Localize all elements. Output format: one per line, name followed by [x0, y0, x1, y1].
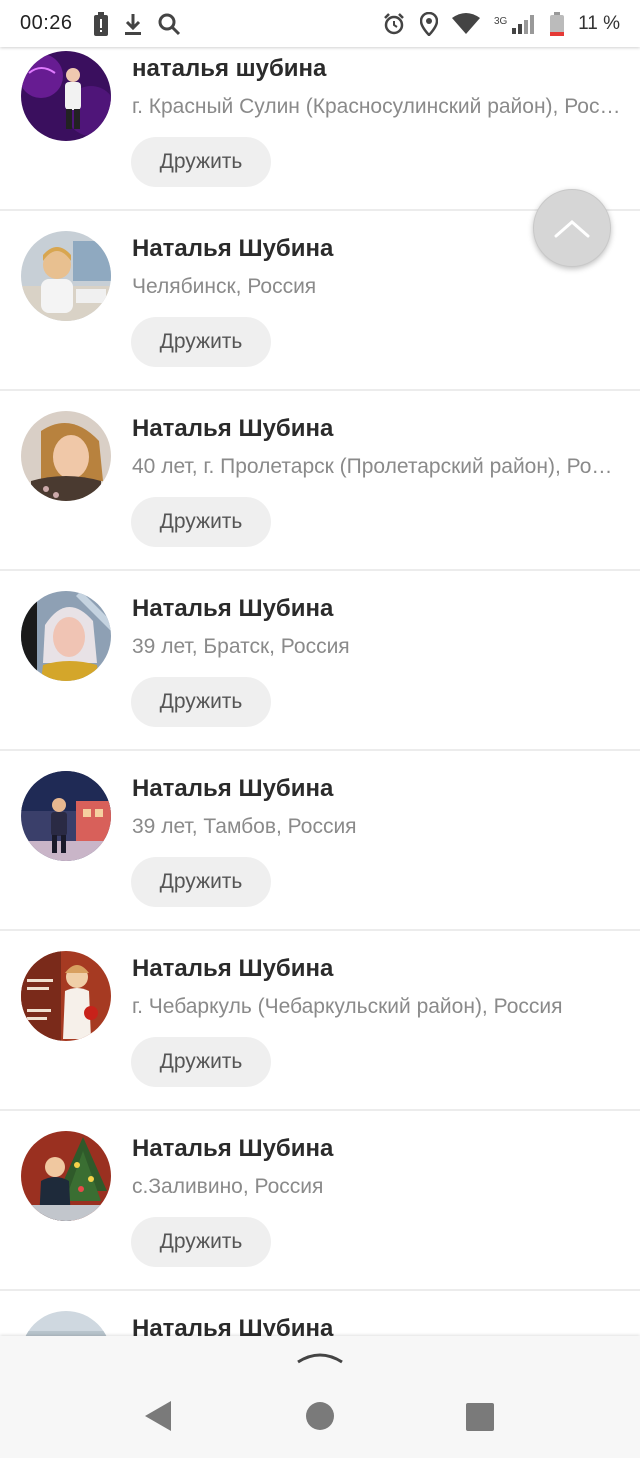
- avatar[interactable]: [21, 231, 111, 321]
- avatar[interactable]: [21, 411, 111, 501]
- list-item[interactable]: Наталья Шубина 39 лет, Тамбов, Россия Др…: [0, 751, 640, 931]
- avatar[interactable]: [21, 51, 111, 141]
- search-icon: [157, 12, 181, 36]
- add-friend-button[interactable]: Дружить: [131, 137, 271, 187]
- recent-apps-icon[interactable]: [466, 1403, 494, 1431]
- status-time: 00:26: [20, 12, 73, 34]
- alarm-icon: [382, 12, 406, 36]
- list-item[interactable]: Наталья Шубина г. Чебаркуль (Чебаркульск…: [0, 931, 640, 1111]
- avatar[interactable]: [21, 951, 111, 1041]
- person-name[interactable]: наталья шубина: [132, 55, 326, 83]
- list-item[interactable]: Наталья Шубина 39 лет, Братск, Россия Др…: [0, 571, 640, 751]
- add-friend-button[interactable]: Дружить: [131, 857, 271, 907]
- avatar[interactable]: [21, 771, 111, 861]
- person-name[interactable]: Наталья Шубина: [132, 595, 333, 623]
- person-location: Челябинск, Россия: [132, 275, 317, 298]
- add-friend-button[interactable]: Дружить: [131, 1037, 271, 1087]
- battery-percent: 11 %: [578, 12, 620, 34]
- add-friend-button[interactable]: Дружить: [131, 1217, 271, 1267]
- signal-3g-icon: 3G: [494, 13, 536, 35]
- system-navigation-bar: [0, 1336, 640, 1458]
- list-item[interactable]: наталья шубина г. Красный Сулин (Краснос…: [0, 31, 640, 211]
- chevron-up-icon: [554, 220, 590, 238]
- battery-alert-icon: [93, 11, 109, 36]
- expand-handle-icon[interactable]: [296, 1346, 344, 1366]
- home-icon[interactable]: [306, 1402, 334, 1430]
- person-location: 40 лет, г. Пролетарск (Пролетарский райо…: [132, 455, 622, 478]
- person-name[interactable]: Наталья Шубина: [132, 1135, 333, 1163]
- add-friend-button[interactable]: Дружить: [131, 497, 271, 547]
- person-name[interactable]: Наталья Шубина: [132, 235, 333, 263]
- person-location: с.Заливино, Россия: [132, 1175, 324, 1198]
- status-bar: 00:26 3G 11 %: [0, 0, 640, 47]
- person-name[interactable]: Наталья Шубина: [132, 415, 333, 443]
- list-item[interactable]: Наталья Шубина с.Заливино, Россия Дружит…: [0, 1111, 640, 1291]
- person-location: 39 лет, Братск, Россия: [132, 635, 350, 658]
- add-friend-button[interactable]: Дружить: [131, 317, 271, 367]
- avatar[interactable]: [21, 1131, 111, 1221]
- person-name[interactable]: Наталья Шубина: [132, 775, 333, 803]
- person-name[interactable]: Наталья Шубина: [132, 955, 333, 983]
- network-label: 3G: [494, 16, 508, 27]
- person-location: 39 лет, Тамбов, Россия: [132, 815, 357, 838]
- scroll-to-top-button[interactable]: [533, 189, 611, 267]
- back-icon[interactable]: [143, 1399, 173, 1433]
- add-friend-button[interactable]: Дружить: [131, 677, 271, 727]
- list-item[interactable]: Наталья Шубина 40 лет, г. Пролетарск (Пр…: [0, 391, 640, 571]
- person-location: г. Чебаркуль (Чебаркульский район), Росс…: [132, 995, 563, 1018]
- wifi-icon: [452, 12, 481, 35]
- person-location: г. Красный Сулин (Красносулинский район)…: [132, 95, 622, 118]
- avatar[interactable]: [21, 591, 111, 681]
- battery-icon: [550, 11, 565, 36]
- download-icon: [123, 12, 143, 36]
- location-icon: [420, 11, 439, 36]
